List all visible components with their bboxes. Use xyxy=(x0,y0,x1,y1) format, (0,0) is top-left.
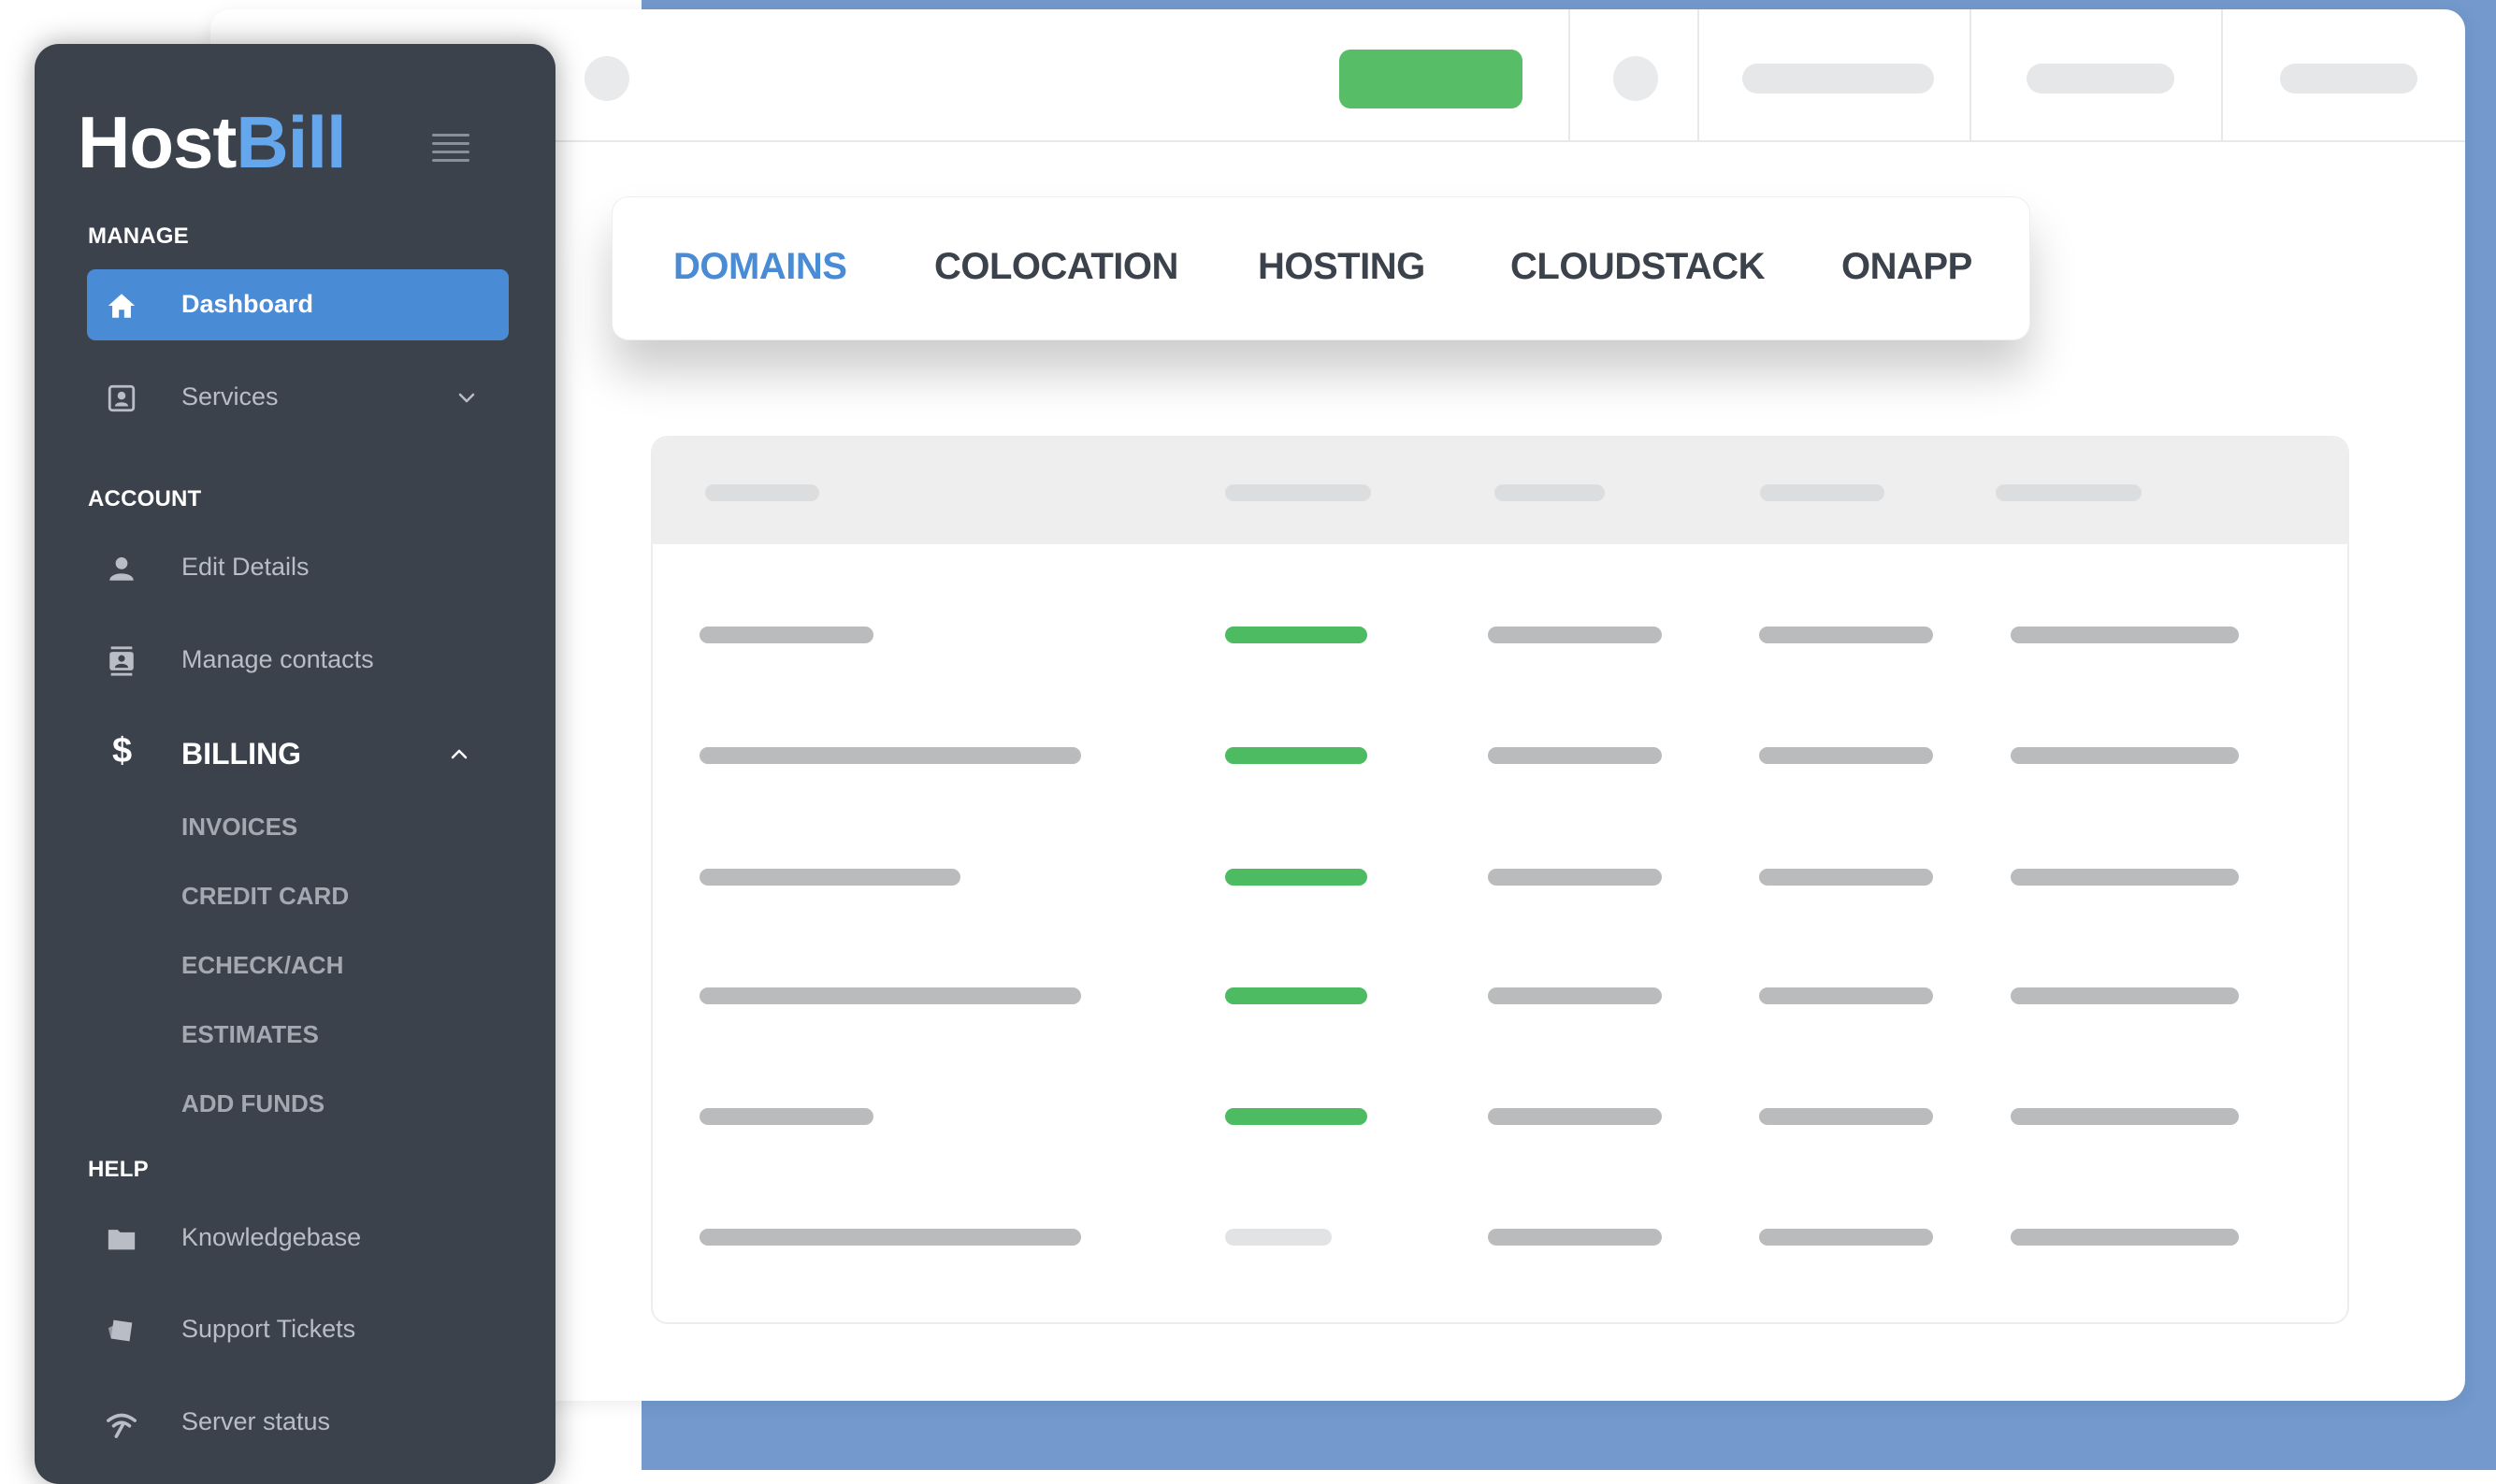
sidebar-item-services[interactable]: Services xyxy=(87,362,509,433)
tab-onapp[interactable]: ONAPP xyxy=(1841,246,1972,288)
dollar-icon: $ xyxy=(112,731,133,771)
cell-placeholder xyxy=(1759,627,1933,643)
cell-placeholder xyxy=(700,627,873,643)
cell-placeholder xyxy=(700,987,1081,1004)
cell-placeholder xyxy=(1759,747,1933,764)
sidebar-item-label: BILLING xyxy=(181,737,301,771)
sidebar-item-label: Services xyxy=(181,382,279,411)
chevron-up-icon[interactable] xyxy=(448,742,470,765)
services-table xyxy=(651,436,2349,1324)
cell-placeholder xyxy=(2011,869,2239,886)
table-header xyxy=(653,438,2347,544)
column-header-placeholder[interactable] xyxy=(1996,484,2142,501)
cell-placeholder xyxy=(2011,627,2239,643)
services-icon xyxy=(108,384,136,412)
notification-icon-placeholder[interactable] xyxy=(1613,56,1658,101)
brand-logo-part2: Bill xyxy=(236,101,346,183)
column-header-placeholder[interactable] xyxy=(1760,484,1884,501)
top-bar-menu-placeholder[interactable] xyxy=(2027,64,2174,94)
section-manage: MANAGE xyxy=(88,223,189,249)
sidebar-subitem-invoices[interactable]: INVOICES xyxy=(181,813,297,842)
cell-placeholder xyxy=(700,1229,1081,1246)
column-header-placeholder[interactable] xyxy=(705,484,819,501)
status-placeholder xyxy=(1225,627,1367,643)
brand-logo-part1: Host xyxy=(78,101,237,183)
cell-placeholder xyxy=(1759,1108,1933,1125)
brand-logo[interactable]: HostBill xyxy=(78,106,347,179)
cell-placeholder xyxy=(2011,1108,2239,1125)
sidebar-item-knowledgebase[interactable]: Knowledgebase xyxy=(87,1203,509,1274)
tab-colocation[interactable]: COLOCATION xyxy=(934,246,1178,288)
top-bar-divider xyxy=(1697,9,1699,140)
top-bar-divider xyxy=(2221,9,2223,140)
chevron-down-icon[interactable] xyxy=(455,386,478,409)
contacts-icon xyxy=(109,646,134,676)
tab-cloudstack[interactable]: CLOUDSTACK xyxy=(1510,246,1766,288)
top-bar-divider xyxy=(1568,9,1570,140)
sidebar-item-edit-details[interactable]: Edit Details xyxy=(87,532,509,603)
cell-placeholder xyxy=(1759,1229,1933,1246)
user-icon xyxy=(109,556,134,581)
sidebar-item-dashboard[interactable]: Dashboard xyxy=(87,269,509,340)
sidebar-item-support-tickets[interactable]: Support Tickets xyxy=(87,1294,509,1365)
folder-icon xyxy=(108,1230,136,1250)
column-header-placeholder[interactable] xyxy=(1225,484,1371,501)
service-tabs: DOMAINS COLOCATION HOSTING CLOUDSTACK ON… xyxy=(612,196,2030,340)
cell-placeholder xyxy=(1488,627,1662,643)
sidebar-item-server-status[interactable]: Server status xyxy=(87,1387,509,1458)
sidebar-item-label: Edit Details xyxy=(181,553,310,581)
status-placeholder xyxy=(1225,1229,1332,1246)
hamburger-menu-icon[interactable] xyxy=(432,134,469,162)
cell-placeholder xyxy=(2011,747,2239,764)
sidebar-item-label: Support Tickets xyxy=(181,1315,356,1343)
signal-icon xyxy=(107,1413,137,1438)
sidebar-subitem-credit-card[interactable]: CREDIT CARD xyxy=(181,882,349,911)
cell-placeholder xyxy=(1488,869,1662,886)
cell-placeholder xyxy=(1488,1108,1662,1125)
section-account: ACCOUNT xyxy=(88,486,202,511)
top-bar-divider xyxy=(1969,9,1971,140)
cell-placeholder xyxy=(1488,747,1662,764)
tab-hosting[interactable]: HOSTING xyxy=(1258,246,1425,288)
top-bar-action-button[interactable] xyxy=(1339,50,1522,108)
cell-placeholder xyxy=(1759,869,1933,886)
top-bar-circle-placeholder[interactable] xyxy=(584,56,629,101)
cell-placeholder xyxy=(700,1108,873,1125)
section-help: HELP xyxy=(88,1157,149,1182)
sidebar-item-billing[interactable]: $ BILLING xyxy=(87,718,509,789)
sidebar-item-label: Server status xyxy=(181,1407,331,1435)
top-bar-menu-placeholder[interactable] xyxy=(2280,64,2417,94)
tab-domains[interactable]: DOMAINS xyxy=(673,246,847,288)
status-placeholder xyxy=(1225,987,1367,1004)
cell-placeholder xyxy=(700,747,1081,764)
sidebar: HostBill MANAGE Dashboard Services ACCOU… xyxy=(35,44,555,1484)
cell-placeholder xyxy=(700,869,960,886)
status-placeholder xyxy=(1225,1108,1367,1125)
status-placeholder xyxy=(1225,869,1367,886)
home-icon xyxy=(108,294,136,318)
sidebar-item-label: Dashboard xyxy=(181,290,314,318)
cell-placeholder xyxy=(2011,987,2239,1004)
sidebar-subitem-add-funds[interactable]: ADD FUNDS xyxy=(181,1089,325,1118)
status-placeholder xyxy=(1225,747,1367,764)
top-bar-menu-placeholder[interactable] xyxy=(1742,64,1934,94)
sidebar-subitem-echeck-ach[interactable]: ECHECK/ACH xyxy=(181,951,343,980)
sidebar-item-manage-contacts[interactable]: Manage contacts xyxy=(87,625,509,696)
sidebar-item-label: Manage contacts xyxy=(181,645,374,673)
sidebar-subitem-estimates[interactable]: ESTIMATES xyxy=(181,1020,319,1049)
tickets-icon xyxy=(108,1319,133,1342)
cell-placeholder xyxy=(2011,1229,2239,1246)
cell-placeholder xyxy=(1488,1229,1662,1246)
cell-placeholder xyxy=(1759,987,1933,1004)
sidebar-item-label: Knowledgebase xyxy=(181,1223,362,1251)
cell-placeholder xyxy=(1488,987,1662,1004)
column-header-placeholder[interactable] xyxy=(1494,484,1605,501)
